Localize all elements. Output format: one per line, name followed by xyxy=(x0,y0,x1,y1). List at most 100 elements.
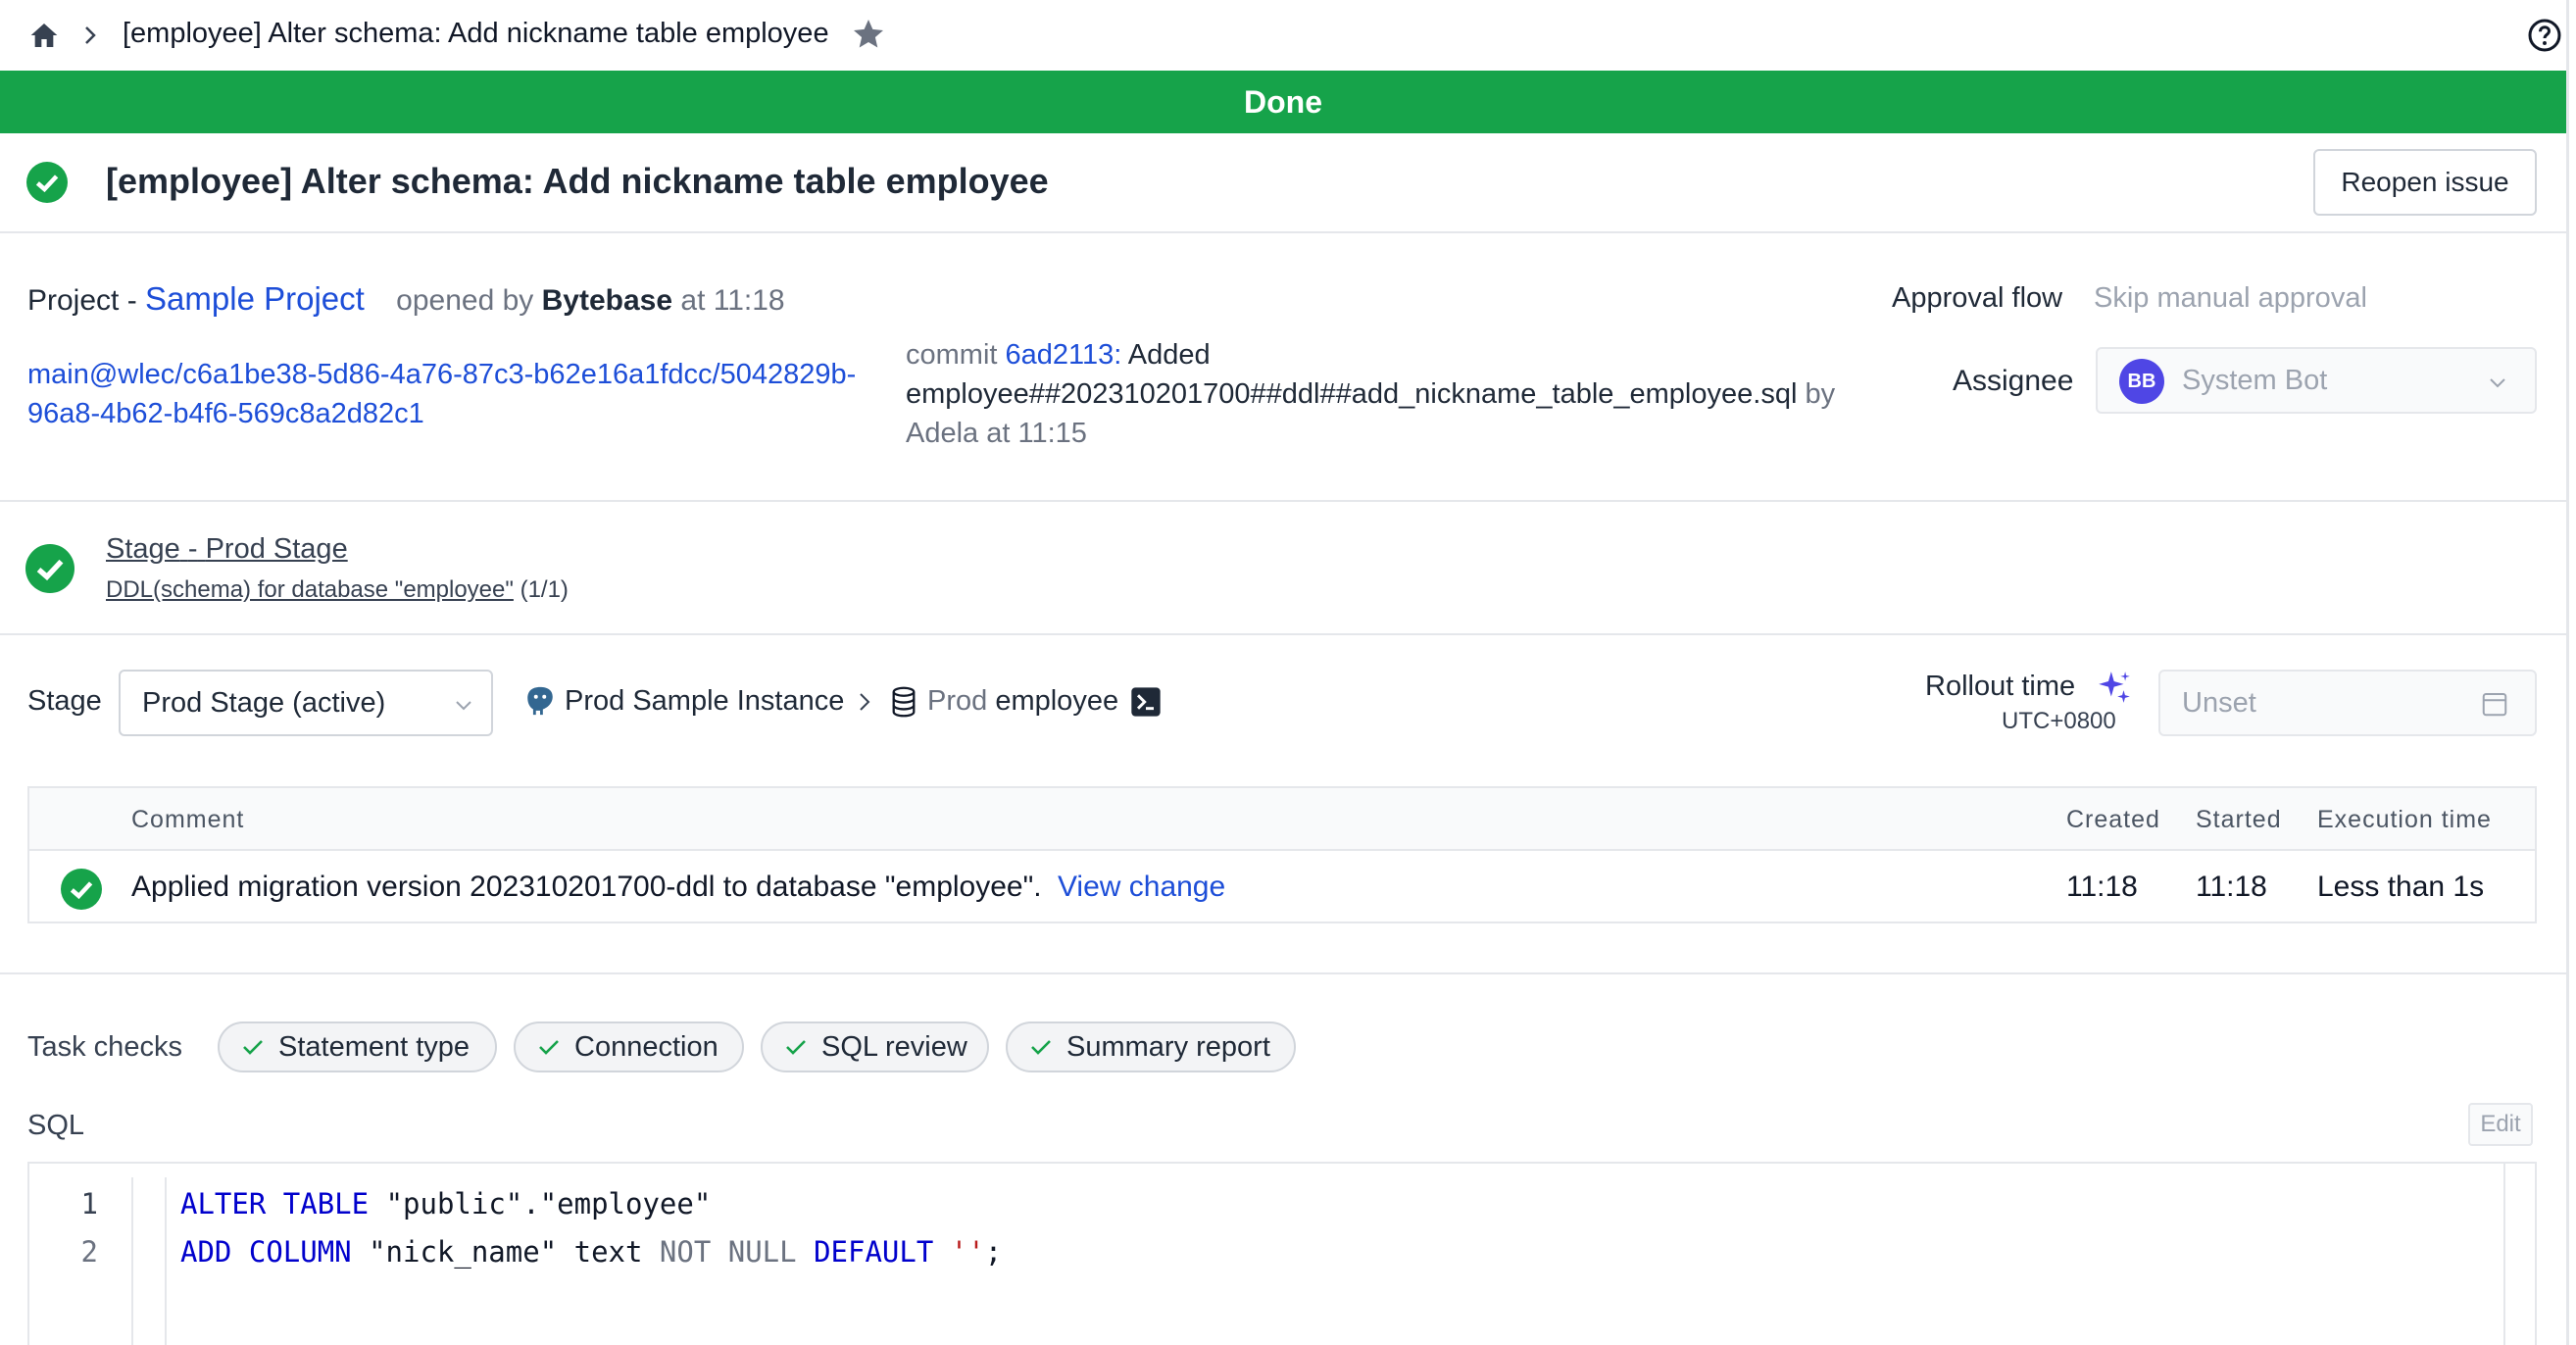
page-edge xyxy=(2566,0,2569,1345)
help-icon[interactable] xyxy=(2527,18,2562,53)
sql-editor[interactable]: 1 2 ALTER TABLE "public"."employee" ADD … xyxy=(27,1162,2537,1345)
project-link[interactable]: Sample Project xyxy=(145,280,365,317)
commit-line-1: commit 6ad2113: Added xyxy=(906,339,1211,372)
environment-name: Prod xyxy=(927,685,988,717)
issue-page: [employee] Alter schema: Add nickname ta… xyxy=(0,0,2576,1345)
indent-guide xyxy=(165,1177,167,1345)
stage-select-label: Stage xyxy=(27,685,102,717)
check-icon xyxy=(1031,1040,1051,1055)
task-run-table: Comment Created Started Execution time A… xyxy=(27,786,2537,923)
column-execution-time: Execution time xyxy=(2317,806,2492,833)
commit-message-2: employee##202310201700##ddl##add_nicknam… xyxy=(906,378,1798,410)
stage-select-value: Prod Stage (active) xyxy=(142,687,386,719)
commit-author-time: Adela at 11:15 xyxy=(906,418,1087,449)
commit-colon: : xyxy=(1114,339,1122,371)
identifier: "public"."employee" xyxy=(385,1187,712,1220)
check-circle-icon xyxy=(25,544,74,593)
project-info: Project - Sample Project opened by Byteb… xyxy=(27,280,785,318)
stage-select[interactable]: Prod Stage (active) xyxy=(119,670,493,736)
keyword: ALTER xyxy=(180,1187,267,1220)
identifier: "nick_name" text xyxy=(369,1235,643,1269)
scrollbar-track[interactable] xyxy=(2503,1164,2505,1345)
stage-name: Prod Stage xyxy=(205,533,348,565)
code-line-2: ADD COLUMN "nick_name" text NOT NULL DEF… xyxy=(180,1235,1002,1269)
edit-sql-button[interactable]: Edit xyxy=(2468,1103,2533,1146)
divider xyxy=(0,231,2566,233)
task-count: (1/1) xyxy=(520,576,569,603)
string-literal: '' xyxy=(950,1235,985,1269)
rollout-time-picker[interactable]: Unset xyxy=(2158,670,2537,736)
check-icon xyxy=(243,1040,263,1055)
assignee-name: System Bot xyxy=(2182,365,2328,396)
issue-title[interactable]: [employee] Alter schema: Add nickname ta… xyxy=(106,161,1049,202)
reopen-issue-button[interactable]: Reopen issue xyxy=(2313,149,2537,216)
sparkle-icon xyxy=(2099,672,2130,703)
check-label: Summary report xyxy=(1066,1031,1270,1063)
check-icon xyxy=(539,1040,559,1055)
line-number: 1 xyxy=(80,1187,98,1220)
commit-hash-link[interactable]: 6ad2113 xyxy=(1006,339,1115,371)
commit-line-2: employee##202310201700##ddl##add_nicknam… xyxy=(906,378,1835,411)
status-banner: Done xyxy=(0,71,2566,133)
rollout-time-label: Rollout time xyxy=(1925,671,2076,702)
keyword: TABLE xyxy=(282,1187,370,1220)
gutter-divider xyxy=(131,1177,133,1345)
column-comment: Comment xyxy=(131,806,245,833)
stage-task-line: DDL(schema) for database "employee" (1/1… xyxy=(106,576,569,604)
project-label: Project - xyxy=(27,284,137,317)
task-link[interactable]: DDL(schema) for database "employee" xyxy=(106,576,514,603)
stage-dash: - xyxy=(187,533,198,565)
opened-by-prefix: opened by xyxy=(396,284,534,317)
check-sql-review[interactable]: SQL review xyxy=(761,1021,989,1072)
branch-link-line-1[interactable]: main@wlec/c6a1be38-5d86-4a76-87c3-b62e16… xyxy=(27,359,856,391)
view-change-link[interactable]: View change xyxy=(1058,871,1225,903)
semicolon: ; xyxy=(984,1235,1003,1269)
rollout-time-placeholder: Unset xyxy=(2182,687,2256,719)
chevron-right-icon xyxy=(85,26,96,44)
divider xyxy=(0,972,2566,974)
opened-time: at 11:18 xyxy=(680,284,785,317)
instance-name[interactable]: Prod Sample Instance xyxy=(565,685,844,718)
stage-word: Stage xyxy=(106,533,180,565)
assignee-select[interactable]: BB System Bot xyxy=(2096,347,2537,414)
check-label: SQL review xyxy=(821,1031,967,1063)
top-bar: [employee] Alter schema: Add nickname ta… xyxy=(0,0,2566,71)
check-connection[interactable]: Connection xyxy=(514,1021,744,1072)
keyword: COLUMN xyxy=(248,1235,352,1269)
assignee-label: Assignee xyxy=(1953,365,2074,397)
home-icon[interactable] xyxy=(27,20,61,51)
timezone-label: UTC+0800 xyxy=(2002,708,2116,734)
creator-name[interactable]: Bytebase xyxy=(542,284,672,317)
check-circle-icon xyxy=(61,869,102,910)
chevron-down-icon xyxy=(2490,378,2505,388)
line-number: 2 xyxy=(80,1235,98,1269)
keyword: DEFAULT xyxy=(814,1235,934,1269)
check-label: Statement type xyxy=(278,1031,471,1063)
row-comment-text: Applied migration version 202310201700-d… xyxy=(131,871,1042,903)
star-icon[interactable] xyxy=(851,17,886,52)
database-name: employee xyxy=(995,685,1119,717)
commit-by: by xyxy=(1805,378,1836,410)
column-created: Created xyxy=(2066,806,2160,833)
row-execution-time: Less than 1s xyxy=(2317,871,2485,903)
terminal-icon[interactable] xyxy=(1129,686,1163,718)
check-summary-report[interactable]: Summary report xyxy=(1006,1021,1296,1072)
chevron-right-icon xyxy=(860,693,870,711)
avatar: BB xyxy=(2119,359,2164,404)
check-statement-type[interactable]: Statement type xyxy=(218,1021,497,1072)
check-label: Connection xyxy=(574,1031,718,1063)
task-checks-label: Task checks xyxy=(27,1031,182,1063)
postgres-icon xyxy=(527,686,553,716)
sql-label: SQL xyxy=(27,1110,85,1141)
approval-flow-label: Approval flow xyxy=(1892,282,2063,314)
approval-flow-value: Skip manual approval xyxy=(2094,282,2367,314)
column-started: Started xyxy=(2196,806,2282,833)
check-icon xyxy=(786,1040,806,1055)
commit-label: commit xyxy=(906,339,998,371)
stage-summary-title[interactable]: Stage - Prod Stage xyxy=(106,533,348,566)
calendar-icon xyxy=(2482,693,2507,717)
keyword: ADD xyxy=(180,1235,232,1269)
breadcrumb-title: [employee] Alter schema: Add nickname ta… xyxy=(123,18,829,49)
database-label[interactable]: Prod employee xyxy=(927,685,1118,718)
branch-link-line-2[interactable]: 96a8-4b62-b4f6-569c8a2d82c1 xyxy=(27,398,424,430)
